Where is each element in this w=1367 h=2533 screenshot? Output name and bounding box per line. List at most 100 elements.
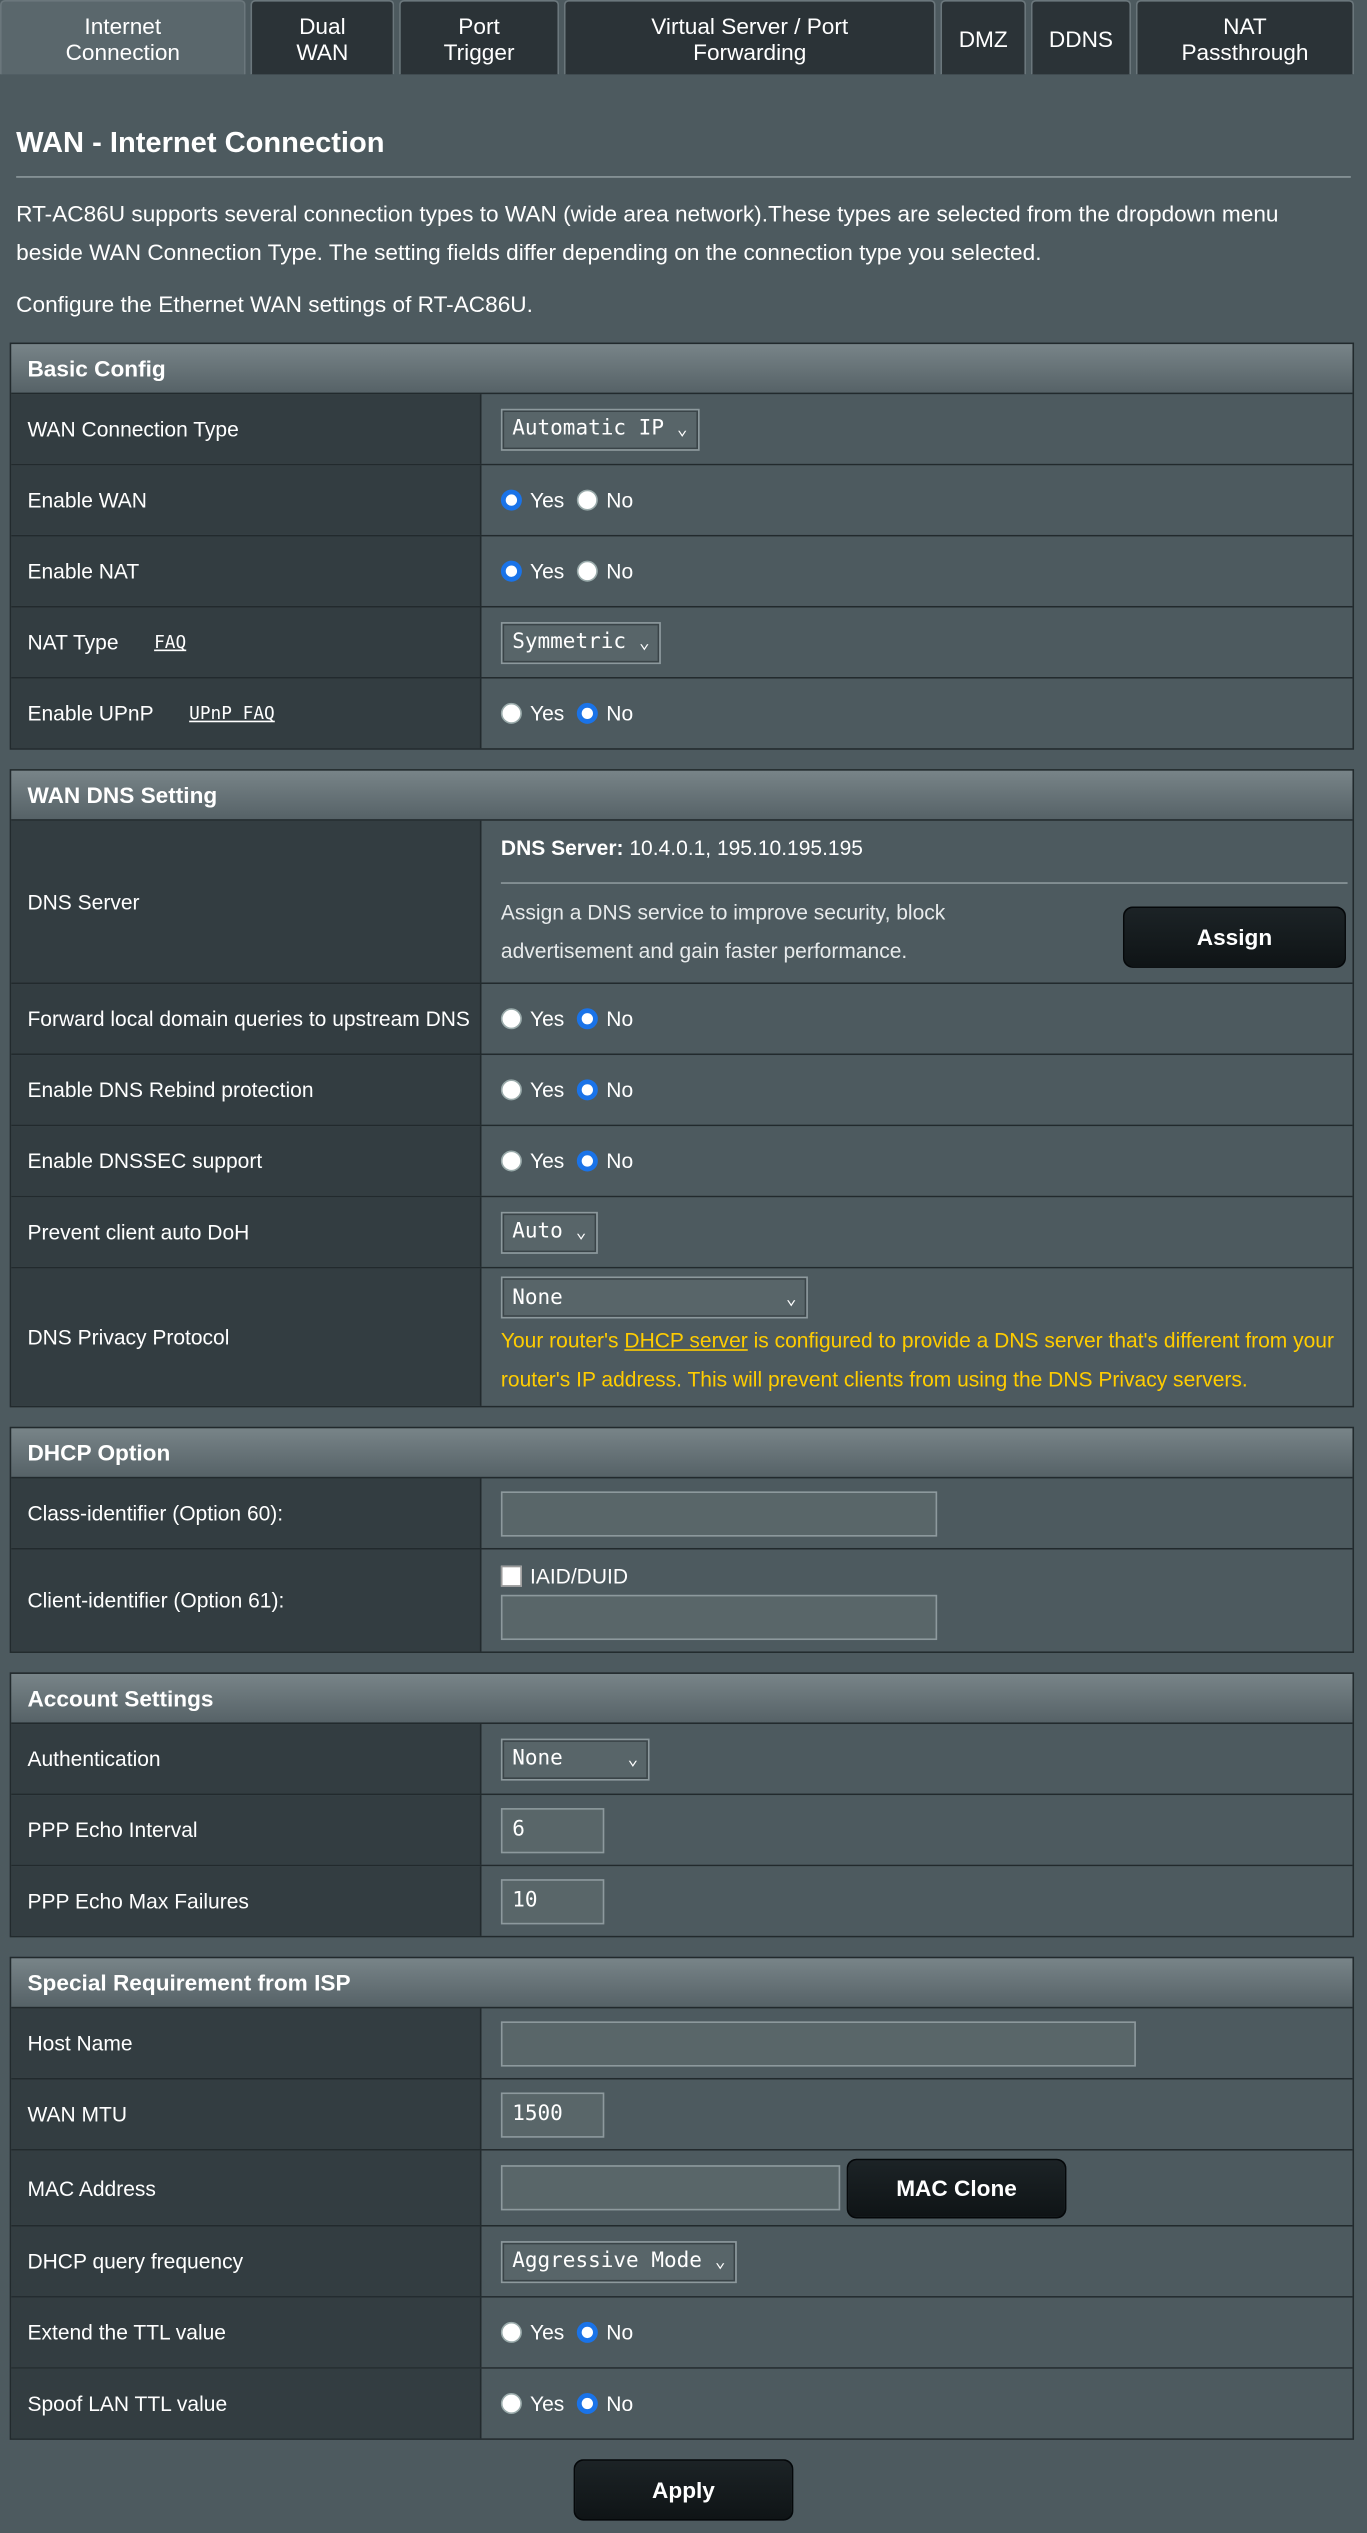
dns-server-prefix: DNS Server: [500,835,624,860]
field-label: DNS Server [11,820,482,983]
nat-faq-link[interactable]: FAQ [154,632,186,653]
row-nat-type: NAT Type FAQ Symmetric ⌄ [11,607,1353,679]
radio-label: Yes [529,2320,565,2345]
row-client-identifier: Client-identifier (Option 61): IAID/DUID [11,1549,1353,1652]
echo-failures-input[interactable]: 10 [500,1878,605,1924]
enable-upnp-yes-radio[interactable] [500,702,522,724]
section-header: Special Requirement from ISP [11,1958,1353,2009]
enable-nat-no-radio[interactable] [577,560,599,582]
radio-label: Yes [529,559,565,584]
select-value: Auto [512,1219,563,1245]
field-label: Enable WAN [11,465,482,535]
row-host-name: Host Name [11,2008,1353,2080]
mac-clone-button[interactable]: MAC Clone [846,2157,1067,2218]
field-label: Client-identifier (Option 61): [11,1549,482,1652]
row-enable-nat: Enable NAT Yes No [11,536,1353,608]
row-prevent-doh: Prevent client auto DoH Auto ⌄ [11,1197,1353,1269]
tab-virtual-server[interactable]: Virtual Server / Port Forwarding [563,0,936,75]
tab-label: DMZ [958,25,1008,51]
select-value: Automatic IP [512,416,664,442]
forward-no-radio[interactable] [577,1008,599,1030]
tab-label: Virtual Server / Port Forwarding [651,12,849,64]
tab-nat-passthrough[interactable]: NAT Passthrough [1135,0,1355,75]
rebind-yes-radio[interactable] [500,1079,522,1101]
iaid-duid-checkbox[interactable] [500,1564,522,1586]
field-label: PPP Echo Interval [11,1795,482,1865]
dns-privacy-select[interactable]: None ⌄ [500,1276,808,1319]
upnp-label: Enable UPnP [27,701,154,726]
row-enable-wan: Enable WAN Yes No [11,465,1353,537]
radio-label: Yes [529,1077,565,1102]
tab-port-trigger[interactable]: Port Trigger [399,0,560,75]
enable-wan-yes-radio[interactable] [500,489,522,511]
client-identifier-input[interactable] [500,1594,938,1641]
chevron-down-icon: ⌄ [676,418,688,440]
tab-dmz[interactable]: DMZ [940,0,1027,75]
enable-wan-no-radio[interactable] [577,489,599,511]
echo-interval-input[interactable]: 6 [500,1807,605,1853]
tab-bar: Internet Connection Dual WAN Port Trigge… [0,0,1367,75]
enable-upnp-no-radio[interactable] [577,702,599,724]
warning-text: Your router's [500,1328,625,1353]
class-identifier-input[interactable] [500,1490,938,1536]
tab-internet-connection[interactable]: Internet Connection [0,0,246,75]
page-title: WAN - Internet Connection [16,126,385,159]
row-class-identifier: Class-identifier (Option 60): [11,1478,1353,1550]
basic-config-section: Basic Config WAN Connection Type Automat… [9,342,1355,750]
field-label: MAC Address [11,2150,482,2225]
section-header: DHCP Option [11,1428,1353,1479]
dnssec-no-radio[interactable] [577,1150,599,1172]
assign-description: Assign a DNS service to improve security… [500,900,946,964]
select-value: None [512,1746,563,1771]
nat-type-label: NAT Type [27,630,119,655]
wan-mtu-input[interactable]: 1500 [500,2091,605,2137]
nat-type-select[interactable]: Symmetric ⌄ [500,621,661,664]
host-name-input[interactable] [500,2020,1136,2066]
extend-ttl-no-radio[interactable] [577,2321,599,2343]
extend-ttl-yes-radio[interactable] [500,2321,522,2343]
dns-divider [500,882,1348,884]
row-wan-connection-type: WAN Connection Type Automatic IP ⌄ [11,394,1353,466]
select-value: Symmetric [512,630,627,655]
row-mac-address: MAC Address MAC Clone [11,2150,1353,2227]
enable-nat-yes-radio[interactable] [500,560,522,582]
row-dns-privacy: DNS Privacy Protocol None ⌄ Your router's… [11,1268,1353,1406]
prevent-doh-select[interactable]: Auto ⌄ [500,1211,598,1254]
field-label: Host Name [11,2008,482,2078]
row-dns-rebind: Enable DNS Rebind protection Yes No [11,1055,1353,1127]
isp-requirement-section: Special Requirement from ISP Host Name W… [9,1956,1355,2440]
tab-label: NAT Passthrough [1181,12,1309,64]
field-label: Authentication [11,1724,482,1794]
radio-label: No [606,1077,634,1102]
field-label: WAN MTU [11,2079,482,2150]
spoof-ttl-yes-radio[interactable] [500,2392,522,2415]
field-label: Enable DNSSEC support [11,1126,482,1196]
apply-button[interactable]: Apply [573,2459,794,2521]
select-value: Aggressive Mode [512,2249,702,2274]
radio-label: Yes [529,487,565,513]
section-header: Basic Config [11,344,1353,395]
tab-dual-wan[interactable]: Dual WAN [250,0,395,75]
forward-yes-radio[interactable] [500,1008,522,1030]
tab-ddns[interactable]: DDNS [1030,0,1132,75]
mac-address-input[interactable] [500,2165,841,2211]
authentication-select[interactable]: None ⌄ [500,1737,650,1780]
configure-text: Configure the Ethernet WAN settings of R… [16,290,533,317]
field-label: WAN Connection Type [11,394,482,464]
spoof-ttl-no-radio[interactable] [577,2392,599,2415]
wan-connection-type-select[interactable]: Automatic IP ⌄ [500,407,699,451]
row-dnssec: Enable DNSSEC support Yes No [11,1126,1353,1198]
field-label: PPP Echo Max Failures [11,1866,482,1936]
assign-button[interactable]: Assign [1122,906,1346,968]
radio-label: Yes [529,1148,565,1174]
radio-label: No [606,701,634,726]
dnssec-yes-radio[interactable] [500,1150,522,1172]
dhcp-server-link[interactable]: DHCP server [624,1328,747,1352]
row-spoof-ttl: Spoof LAN TTL value Yes No [11,2368,1353,2439]
dhcp-frequency-select[interactable]: Aggressive Mode ⌄ [500,2240,737,2283]
field-label: DHCP query frequency [11,2226,482,2297]
row-enable-upnp: Enable UPnP UPnP FAQ Yes No [11,678,1353,749]
rebind-no-radio[interactable] [577,1079,599,1101]
upnp-faq-link[interactable]: UPnP FAQ [189,703,275,724]
radio-label: No [606,1148,634,1174]
